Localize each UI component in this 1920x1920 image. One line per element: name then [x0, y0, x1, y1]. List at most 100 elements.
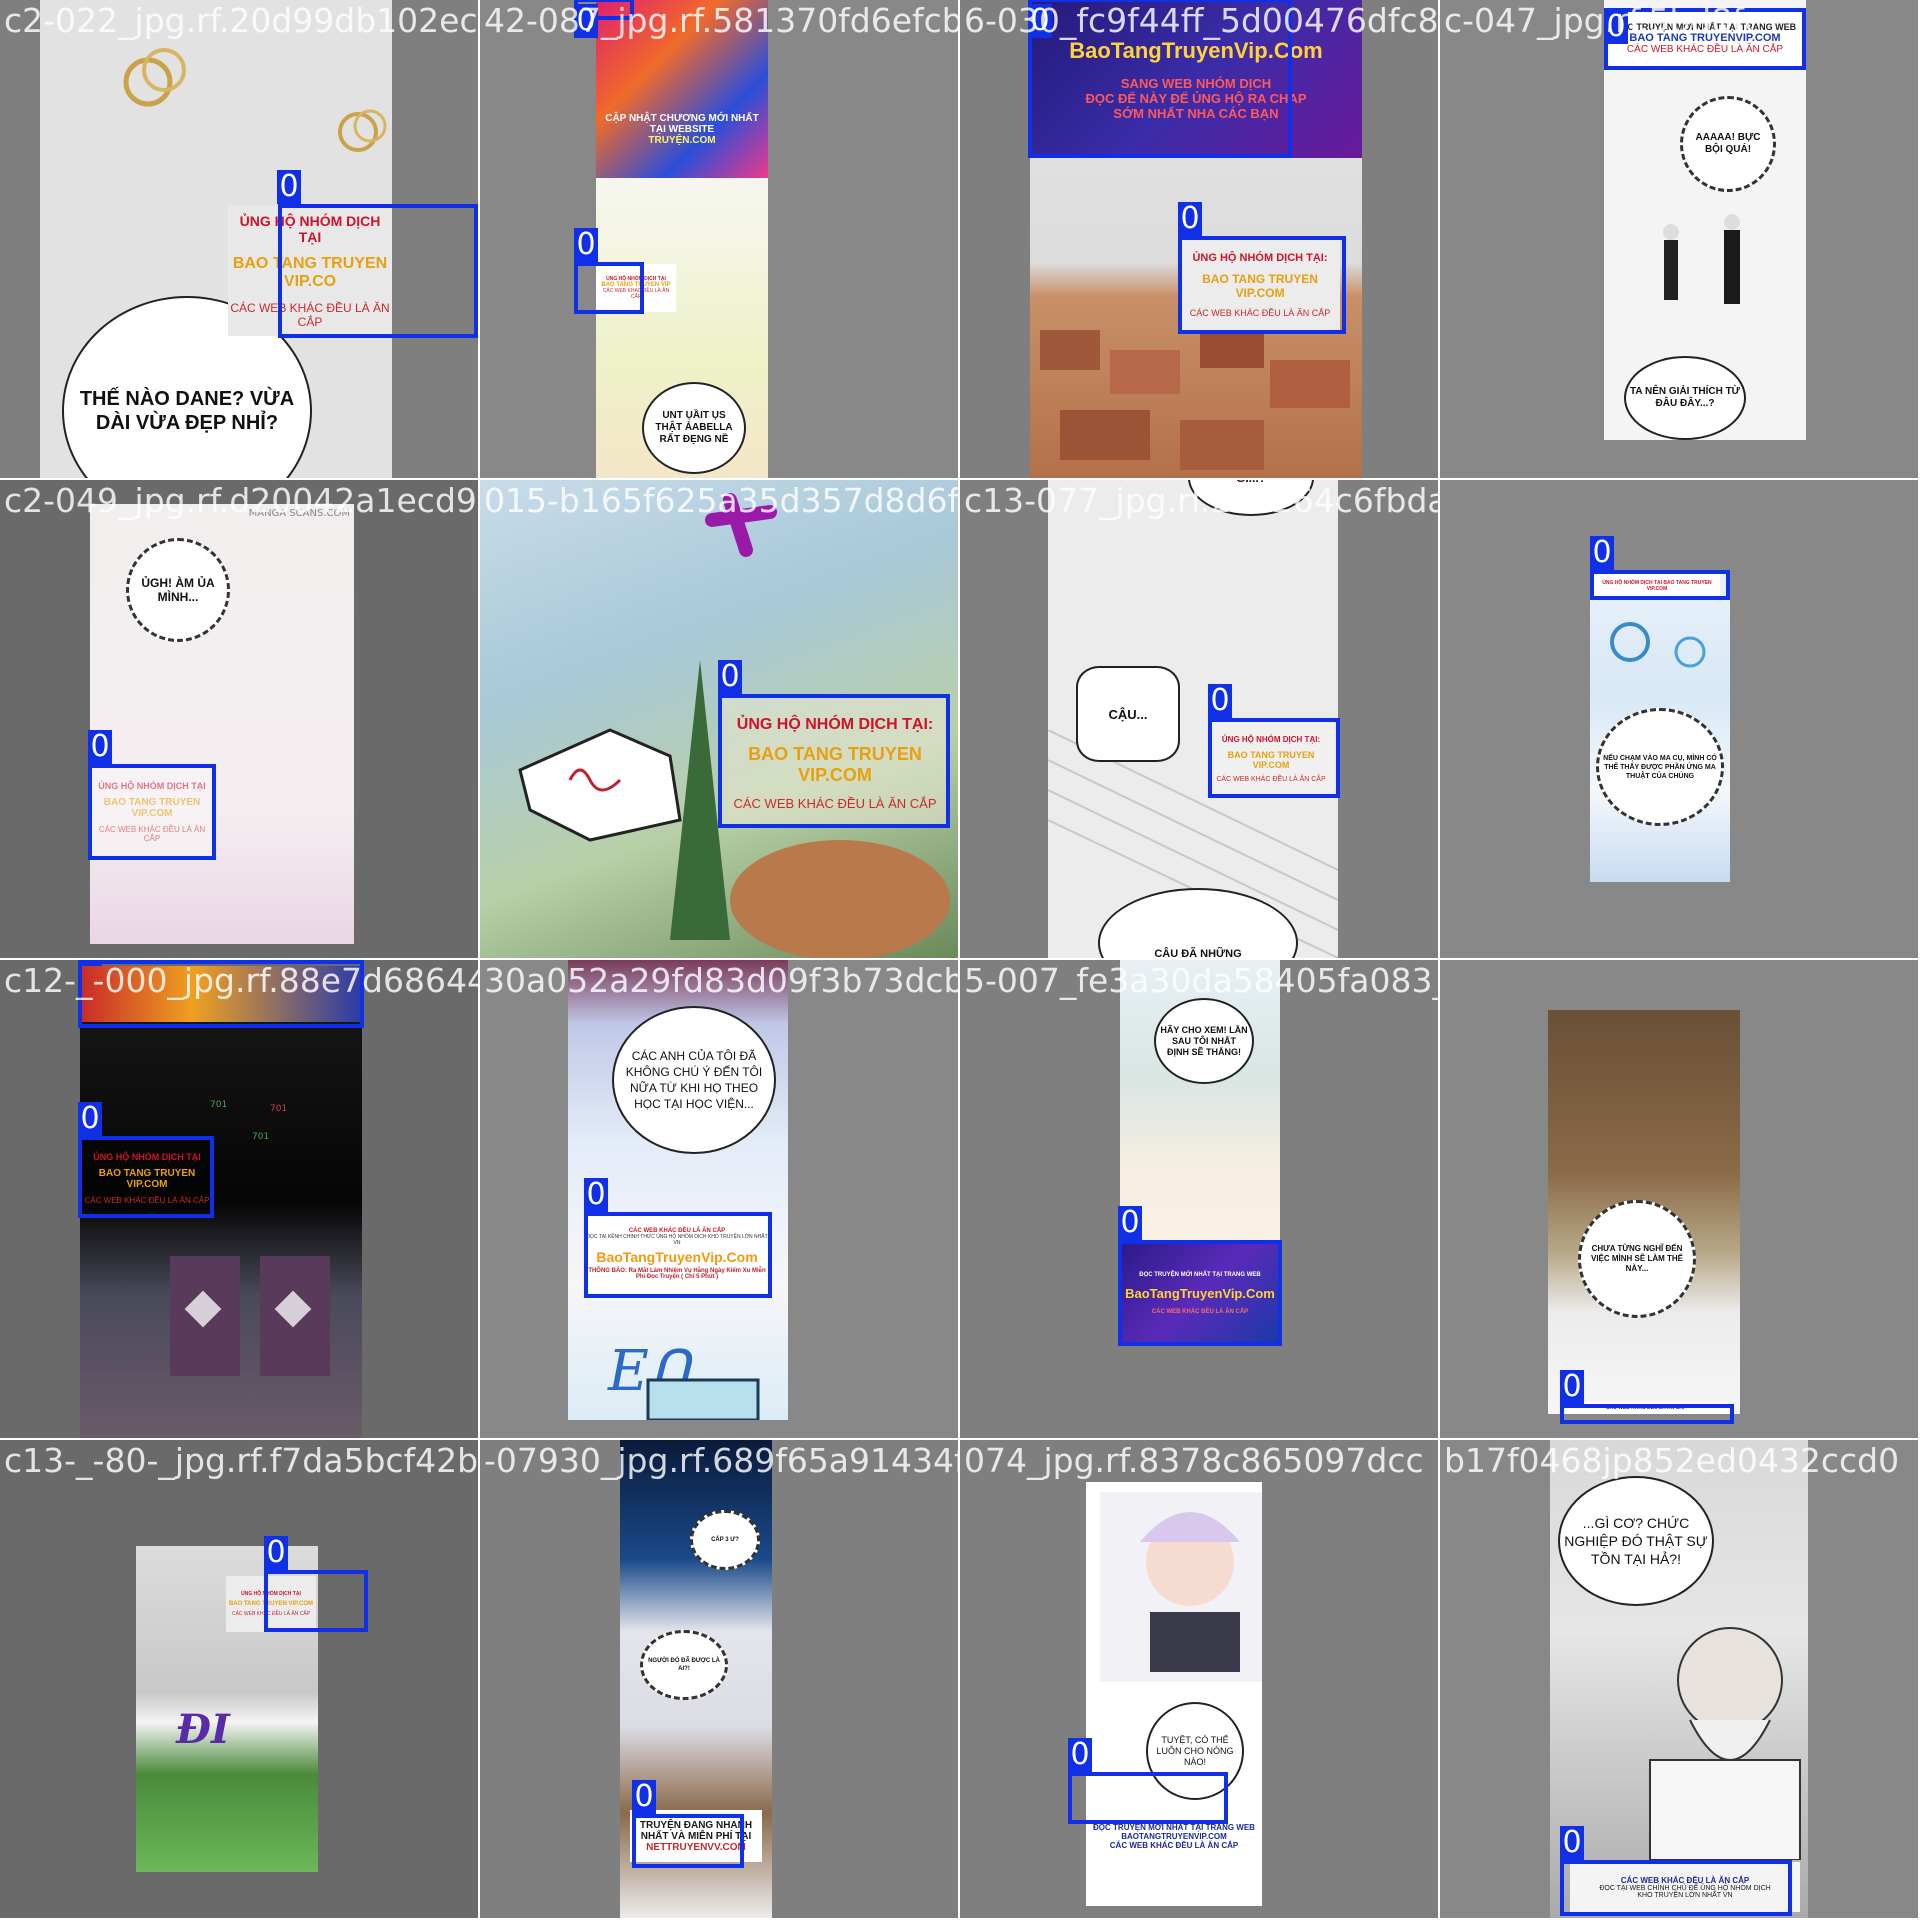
grid-tile[interactable]: MANGA SCANS.COM ỦGH! ÀM ỦA MÌNH... ỦNG H…	[0, 480, 478, 958]
manga-page: ĐỌC TRUYỆN MỚI NHẤT TẠI TRANG WEB BAO TA…	[1604, 0, 1806, 440]
banner-site: BaoTangTruyenVip.Com	[1125, 1285, 1275, 1301]
characters-illustration	[1663, 214, 1740, 304]
banner-line: NHẤT VÀ MIỄN PHÍ TẠI	[640, 1830, 752, 1842]
watermark-banner: ỦNG HỘ NHÓM DỊCH TẠI BAO TANG TRUYEN VIP…	[90, 766, 214, 858]
grid-tile[interactable]: 701 701 701 ỦNG HỘ NHÓM DỊCH TẠI BAO TAN…	[0, 960, 478, 1438]
old-man-illustration	[1649, 1627, 1801, 1860]
banner-line: CÁC WEB KHÁC ĐỀU LÀ ĂN CẮP	[231, 1611, 311, 1617]
manga-page: 701 701 701 ỦNG HỘ NHÓM DỊCH TẠI BAO TAN…	[80, 966, 362, 1438]
class-label: 0	[584, 1178, 608, 1212]
banner-line: SANG WEB NHÓM DỊCH	[1120, 75, 1272, 91]
class-label: 0	[78, 960, 102, 966]
class-label: 0	[264, 1536, 288, 1570]
watermark-banner: ỦNG HỘ NHÓM DỊCH TẠI BAO TANG TRUYEN VIP…	[82, 1140, 212, 1216]
speech-bubble: CÁC ANH CỦA TÔI ĐÃ KHÔNG CHÚ Ý ĐẾN TÔI N…	[612, 1006, 776, 1154]
grid-tile[interactable]: BaoTangTruyenVip.Com SANG WEB NHÓM DỊCH …	[960, 0, 1438, 478]
shout-bubble: ỦGH! ÀM ỦA MÌNH...	[126, 538, 230, 642]
banner-line: ỦNG HỘ NHÓM DỊCH TẠI BAO TANG TRUYEN VIP…	[1602, 580, 1712, 592]
grid-tile[interactable]: HÃY CHO XEM! LẦN SAU TÔI NHẤT ĐỊNH SẼ TH…	[960, 960, 1438, 1438]
manga-page: BaoTangTruyenVip.Com SANG WEB NHÓM DỊCH …	[1030, 0, 1362, 478]
banner-site: BaoTangTruyenVip.Com	[596, 1249, 758, 1265]
banner-line: CÁC WEB KHÁC ĐỀU LÀ ĂN CẮP	[1151, 1308, 1249, 1315]
grid-tile[interactable]: THẾ NÀO DANE? VỪA DÀI VỪA ĐẸP NHỈ? ỦNG H…	[0, 0, 478, 478]
window-illustration	[170, 1256, 330, 1376]
image-filename: c13-_-80-_jpg.rf.f7da5bcf42be26	[4, 1441, 478, 1480]
banner-line: CÁC WEB KHÁC ĐỀU LÀ ĂN CẮP	[98, 825, 206, 843]
banner-line: CÁC WEB KHÁC ĐỀU LÀ ĂN CẮP	[1189, 308, 1331, 318]
class-label: 0	[718, 660, 742, 694]
banner-line: BAO TANG TRUYEN VIP.CO	[232, 255, 388, 290]
sfx-text: 701	[252, 1132, 270, 1142]
banner-line: ĐỌC TRUYỆN MỚI NHẤT TẠI TRANG WEB	[1093, 1822, 1255, 1832]
speech-bubble: UNT ỤẦIT ỤS THẬT ẢABELLA RẤT ĐẸNG NỀ	[642, 382, 746, 474]
banner-line: SỚM NHẤT NHA CÁC BẠN	[1113, 105, 1279, 121]
grid-tile[interactable]: CHƯA TỪNG NGHĨ ĐẾN VIỆC MÌNH SẼ LÀM THẾ …	[1440, 960, 1918, 1438]
watermark-banner: ỦNG HỘ NHÓM DỊCH TẠI: BAO TANG TRUYEN VI…	[1208, 720, 1334, 798]
shout-bubble: NGƯỜI ĐÓ ĐÃ ĐƯỢC LÀ AI?!	[640, 1630, 728, 1700]
banner-line: BAO TANG TRUYEN VIP.COM	[103, 797, 201, 819]
banner-line: TRUYỆN.COM	[648, 134, 716, 146]
banner-line: ỦNG HỘ NHÓM DỊCH TẠI:	[736, 715, 934, 733]
watermark-banner: CÁC WEB KHÁC ĐỀU LÀ ĂN CẮP	[1562, 1402, 1730, 1414]
banner-line: ỦNG HỘ NHÓM DỊCH TẠI:	[1221, 735, 1321, 744]
class-label: 0	[1604, 10, 1628, 44]
grid-tile[interactable]: CẬP NHẬT CHƯƠNG MỚI NHẤT TẠI WEBSITE TRU…	[480, 0, 958, 478]
promo-banner: CẬP NHẬT CHƯƠNG MỚI NHẤT TẠI WEBSITE TRU…	[596, 0, 768, 178]
banner-site: BaoTangTruyenVip.Com	[1069, 37, 1323, 63]
speech-bubble: HÃY CHO XEM! LẦN SAU TÔI NHẤT ĐỊNH SẼ TH…	[1154, 998, 1254, 1084]
manga-page: CHƯA TỪNG NGHĨ ĐẾN VIỆC MÌNH SẼ LÀM THẾ …	[1548, 1010, 1740, 1414]
scan-watermark: MANGA SCANS.COM	[248, 508, 350, 519]
manga-page: ỦNG HỘ NHÓM DỊCH TẠI: BAO TANG TRUYEN VI…	[480, 480, 958, 958]
grid-tile[interactable]: CẤP 3 Ư? NGƯỜI ĐÓ ĐÃ ĐƯỢC LÀ AI?! TRUYỆN…	[480, 1440, 958, 1918]
class-label: 0	[88, 730, 112, 764]
banner-line: ỦNG HỘ NHÓM DỊCH TẠI	[239, 213, 381, 245]
banner-line: CÁC WEB KHÁC ĐỀU LÀ ĂN CẮP	[1620, 1875, 1750, 1885]
character-illustration	[1100, 1492, 1262, 1682]
watermark-banner: ỦNG HỘ NHÓM DỊCH TẠI: BAO TANG TRUYEN VI…	[1180, 238, 1340, 332]
grid-tile[interactable]: ỦNG HỘ NHÓM DỊCH TẠI BAO TANG TRUYEN VIP…	[0, 1440, 478, 1918]
manga-page: CẬP NHẬT CHƯƠNG MỚI NHẤT TẠI WEBSITE TRU…	[596, 0, 768, 478]
class-label: 0	[1118, 1206, 1142, 1240]
manga-page: ỦNG HỘ NHÓM DỊCH TẠI BAO TANG TRUYEN VIP…	[136, 1546, 318, 1872]
manga-page: GÌ...? CẬU... ỦNG HỘ NHÓM DỊCH TẠI: BAO …	[1048, 480, 1338, 958]
grid-tile[interactable]: ỦNG HỘ NHÓM DỊCH TẠI BAO TANG TRUYEN VIP…	[1440, 480, 1918, 958]
promo-banner: ĐỌC TRUYỆN MỚI NHẤT TẠI TRANG WEB BaoTan…	[1120, 1242, 1280, 1344]
banner-line: NETTRUYENVV.COM	[646, 1841, 746, 1853]
banner-line: CÁC WEB KHÁC ĐỀU LÀ ĂN CẮP	[733, 795, 937, 811]
promo-banner	[80, 966, 362, 1022]
sfx-text: 701	[270, 1104, 288, 1114]
class-label: 0	[1178, 202, 1202, 236]
image-filename: 074_jpg.rf.8378c865097dcc	[964, 1441, 1424, 1480]
grid-tile[interactable]: ỦNG HỘ NHÓM DỊCH TẠI: BAO TANG TRUYEN VI…	[480, 480, 958, 958]
banner-line: CÁC WEB KHÁC ĐỀU LÀ ĂN CẮP	[84, 1195, 210, 1205]
banner-line: BAO TANG TRUYEN VIP.COM	[1202, 272, 1318, 300]
watermark-banner: ĐỌC TRUYỆN MỚI NHẤT TẠI TRANG WEB BAO TA…	[1604, 8, 1806, 68]
class-label: 0	[1560, 1826, 1584, 1860]
class-label: 0	[632, 1780, 656, 1814]
grid-tile[interactable]: ...GÌ CƠ? CHỨC NGHIỆP ĐÓ THẬT SỰ TỒN TẠI…	[1440, 1440, 1918, 1918]
banner-line: BAO TANG TRUYEN VIP.COM	[98, 1167, 196, 1190]
banner-line: TRUYỆN ĐANG NHANH	[639, 1819, 753, 1831]
class-label: 0	[1560, 1370, 1584, 1404]
shout-bubble: NẾU CHẠM VÀO MA CỤ, MÌNH CÓ THỂ THẤY ĐƯỢ…	[1596, 708, 1724, 826]
speech-bubble: TA NÊN GIẢI THÍCH TỪ ĐÂU ĐÂY...?	[1624, 356, 1746, 440]
banner-line: ĐỌC ĐỂ NÀY ĐỂ ỦNG HỘ RA CHAP	[1085, 90, 1307, 106]
grid-tile[interactable]: ĐỌC TRUYỆN MỚI NHẤT TẠI TRANG WEB BAO TA…	[1440, 0, 1918, 478]
sfx-text: ĐI	[176, 1706, 230, 1753]
banner-line: ĐỌC TRUYỆN MỚI NHẤT TẠI TRANG WEB	[1613, 21, 1797, 32]
grid-tile[interactable]: TUYỆT, CÓ THỂ LUÔN CHO NÓNG NÀO! ĐỌC TRU…	[960, 1440, 1438, 1918]
watermark-banner: CÁC WEB KHÁC ĐỀU LÀ ĂN CẮP ĐỌC TẠI KÊNH …	[584, 1212, 770, 1296]
speech-bubble: TUYỆT, CÓ THỂ LUÔN CHO NÓNG NÀO!	[1146, 1702, 1244, 1800]
grid-tile[interactable]: CÁC ANH CỦA TÔI ĐÃ KHÔNG CHÚ Ý ĐẾN TÔI N…	[480, 960, 958, 1438]
manga-page: TUYỆT, CÓ THỂ LUÔN CHO NÓNG NÀO! ĐỌC TRU…	[1086, 1482, 1262, 1906]
detection-grid: THẾ NÀO DANE? VỪA DÀI VỪA ĐẸP NHỈ? ỦNG H…	[0, 0, 1920, 1920]
watermark-banner: CÁC WEB KHÁC ĐỀU LÀ ĂN CẮP ĐỌC TẠI WEB C…	[1570, 1862, 1800, 1912]
banner-line: CẬP NHẬT CHƯƠNG MỚI NHẤT TẠI WEBSITE	[605, 112, 759, 135]
shout-bubble: CẤP 3 Ư?	[690, 1510, 760, 1570]
sfx-text: 701	[210, 1100, 228, 1110]
banner-line: THÔNG BÁO: Ra Mắt Làm Nhiệm Vụ Hằng Ngày…	[588, 1268, 766, 1280]
grid-tile[interactable]: GÌ...? CẬU... ỦNG HỘ NHÓM DỊCH TẠI: BAO …	[960, 480, 1438, 958]
banner-line: KHO TRUYỆN LỚN NHẤT VN	[1637, 1891, 1733, 1899]
shout-bubble: CHƯA TỪNG NGHĨ ĐẾN VIỆC MÌNH SẼ LÀM THẾ …	[1578, 1200, 1696, 1318]
class-label: 0	[1028, 4, 1052, 38]
